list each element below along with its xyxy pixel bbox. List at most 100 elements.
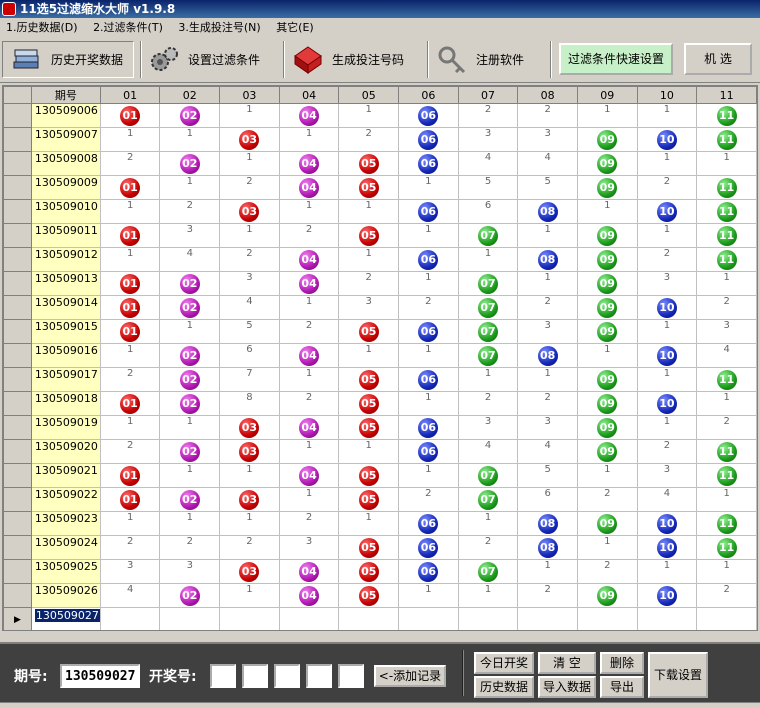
miss-count-cell[interactable]: 1 (338, 199, 400, 224)
miss-count-cell[interactable]: 2 (219, 535, 280, 560)
download-settings-button[interactable]: 下载设置 (648, 652, 708, 698)
miss-count-cell[interactable]: 3 (159, 223, 221, 248)
current-period-cell[interactable]: 130509027 (30, 607, 101, 630)
import-data-button[interactable]: 导入数据 (538, 676, 596, 698)
empty-cell[interactable] (636, 607, 698, 630)
drawn-number-cell[interactable]: 04 (278, 415, 340, 440)
drawn-number-cell[interactable]: 06 (398, 367, 459, 392)
drawn-number-cell[interactable]: 08 (517, 199, 578, 224)
drawn-number-cell[interactable]: 09 (576, 127, 638, 152)
table-row[interactable]: 130509010 1 2 03 1 1 06 6 08 1 10 11 (3, 199, 757, 224)
drawn-number-cell[interactable]: 09 (576, 151, 638, 176)
table-row[interactable]: 130509006 01 02 1 04 1 06 2 2 1 1 11 (3, 103, 757, 128)
miss-count-cell[interactable]: 2 (398, 487, 459, 512)
row-header[interactable] (3, 271, 32, 296)
drawn-number-cell[interactable]: 02 (159, 343, 221, 368)
drawn-number-cell[interactable]: 05 (338, 463, 400, 488)
miss-count-cell[interactable]: 2 (99, 151, 161, 176)
drawn-number-cell[interactable]: 04 (278, 103, 340, 128)
table-row[interactable]: 130509007 1 1 03 1 2 06 3 3 09 10 11 (3, 127, 757, 152)
miss-count-cell[interactable]: 1 (517, 271, 578, 296)
miss-count-cell[interactable]: 1 (219, 583, 280, 608)
row-header[interactable] (3, 247, 32, 272)
drawn-number-cell[interactable]: 09 (576, 175, 638, 200)
period-cell[interactable]: 130509015 (30, 319, 101, 344)
miss-count-cell[interactable]: 1 (278, 127, 340, 152)
drawn-number-cell[interactable]: 10 (636, 535, 698, 560)
period-cell[interactable]: 130509014 (30, 295, 101, 320)
clear-button[interactable]: 清 空 (538, 652, 596, 674)
miss-count-cell[interactable]: 2 (99, 535, 161, 560)
miss-count-cell[interactable]: 4 (636, 487, 698, 512)
generate-numbers-button[interactable]: 生成投注号码 (292, 41, 422, 78)
column-header-11[interactable]: 11 (696, 86, 757, 104)
empty-cell[interactable] (576, 607, 638, 630)
random-pick-button[interactable]: 机 选 (684, 43, 752, 75)
miss-count-cell[interactable]: 4 (219, 295, 280, 320)
miss-count-cell[interactable]: 4 (517, 151, 578, 176)
miss-count-cell[interactable]: 8 (219, 391, 280, 416)
miss-count-cell[interactable]: 1 (576, 199, 638, 224)
miss-count-cell[interactable]: 4 (99, 583, 161, 608)
miss-count-cell[interactable]: 1 (278, 439, 340, 464)
table-row[interactable]: 130509023 1 1 1 2 1 06 1 08 09 10 11 (3, 511, 757, 536)
drawn-number-cell[interactable]: 02 (159, 103, 221, 128)
miss-count-cell[interactable]: 1 (99, 127, 161, 152)
drawn-number-cell[interactable]: 04 (278, 151, 340, 176)
drawn-number-cell[interactable]: 09 (576, 511, 638, 536)
row-header[interactable] (3, 559, 32, 584)
miss-count-cell[interactable]: 1 (576, 463, 638, 488)
miss-count-cell[interactable]: 7 (219, 367, 280, 392)
drawn-number-cell[interactable]: 10 (636, 511, 698, 536)
row-header[interactable] (3, 439, 32, 464)
drawn-number-cell[interactable]: 06 (398, 199, 459, 224)
drawn-number-cell[interactable]: 02 (159, 271, 221, 296)
table-row[interactable]: 130509021 01 1 1 04 05 1 07 5 1 3 11 (3, 463, 757, 488)
miss-count-cell[interactable]: 2 (517, 583, 578, 608)
miss-count-cell[interactable]: 1 (636, 415, 698, 440)
drawn-number-cell[interactable]: 11 (696, 511, 757, 536)
row-header[interactable] (3, 463, 32, 488)
period-cell[interactable]: 130509016 (30, 343, 101, 368)
period-cell[interactable]: 130509010 (30, 199, 101, 224)
period-cell[interactable]: 130509022 (30, 487, 101, 512)
drawn-number-cell[interactable]: 07 (457, 319, 519, 344)
miss-count-cell[interactable]: 1 (159, 511, 221, 536)
miss-count-cell[interactable]: 2 (99, 367, 161, 392)
row-header[interactable] (3, 223, 32, 248)
table-row[interactable]: 130509017 2 02 7 1 05 06 1 1 09 1 11 (3, 367, 757, 392)
draw-number-input-1[interactable] (210, 664, 236, 688)
drawn-number-cell[interactable]: 06 (398, 103, 459, 128)
miss-count-cell[interactable]: 1 (636, 319, 698, 344)
drawn-number-cell[interactable]: 05 (338, 151, 400, 176)
miss-count-cell[interactable]: 2 (696, 415, 757, 440)
miss-count-cell[interactable]: 1 (457, 511, 519, 536)
set-filter-button[interactable]: 设置过滤条件 (148, 41, 278, 78)
drawn-number-cell[interactable]: 10 (636, 343, 698, 368)
drawn-number-cell[interactable]: 05 (338, 367, 400, 392)
miss-count-cell[interactable]: 1 (99, 415, 161, 440)
miss-count-cell[interactable]: 1 (278, 367, 340, 392)
miss-count-cell[interactable]: 2 (517, 295, 578, 320)
history-grid[interactable]: 期号 01 02 03 04 05 06 07 08 09 10 11 130509006 01 02 1 0… (2, 85, 758, 631)
drawn-number-cell[interactable]: 11 (696, 103, 757, 128)
miss-count-cell[interactable]: 1 (99, 247, 161, 272)
drawn-number-cell[interactable]: 02 (159, 391, 221, 416)
draw-number-input-2[interactable] (242, 664, 268, 688)
drawn-number-cell[interactable]: 05 (338, 223, 400, 248)
miss-count-cell[interactable]: 3 (636, 271, 698, 296)
drawn-number-cell[interactable]: 01 (99, 319, 161, 344)
drawn-number-cell[interactable]: 07 (457, 271, 519, 296)
miss-count-cell[interactable]: 2 (457, 535, 519, 560)
miss-count-cell[interactable]: 1 (398, 583, 459, 608)
miss-count-cell[interactable]: 2 (99, 439, 161, 464)
miss-count-cell[interactable]: 1 (99, 343, 161, 368)
miss-count-cell[interactable]: 6 (517, 487, 578, 512)
miss-count-cell[interactable]: 2 (159, 199, 221, 224)
row-header[interactable] (3, 151, 32, 176)
draw-number-input-4[interactable] (306, 664, 332, 688)
miss-count-cell[interactable]: 2 (636, 247, 698, 272)
drawn-number-cell[interactable]: 09 (576, 391, 638, 416)
column-header-10[interactable]: 10 (636, 86, 698, 104)
period-cell[interactable]: 130509026 (30, 583, 101, 608)
